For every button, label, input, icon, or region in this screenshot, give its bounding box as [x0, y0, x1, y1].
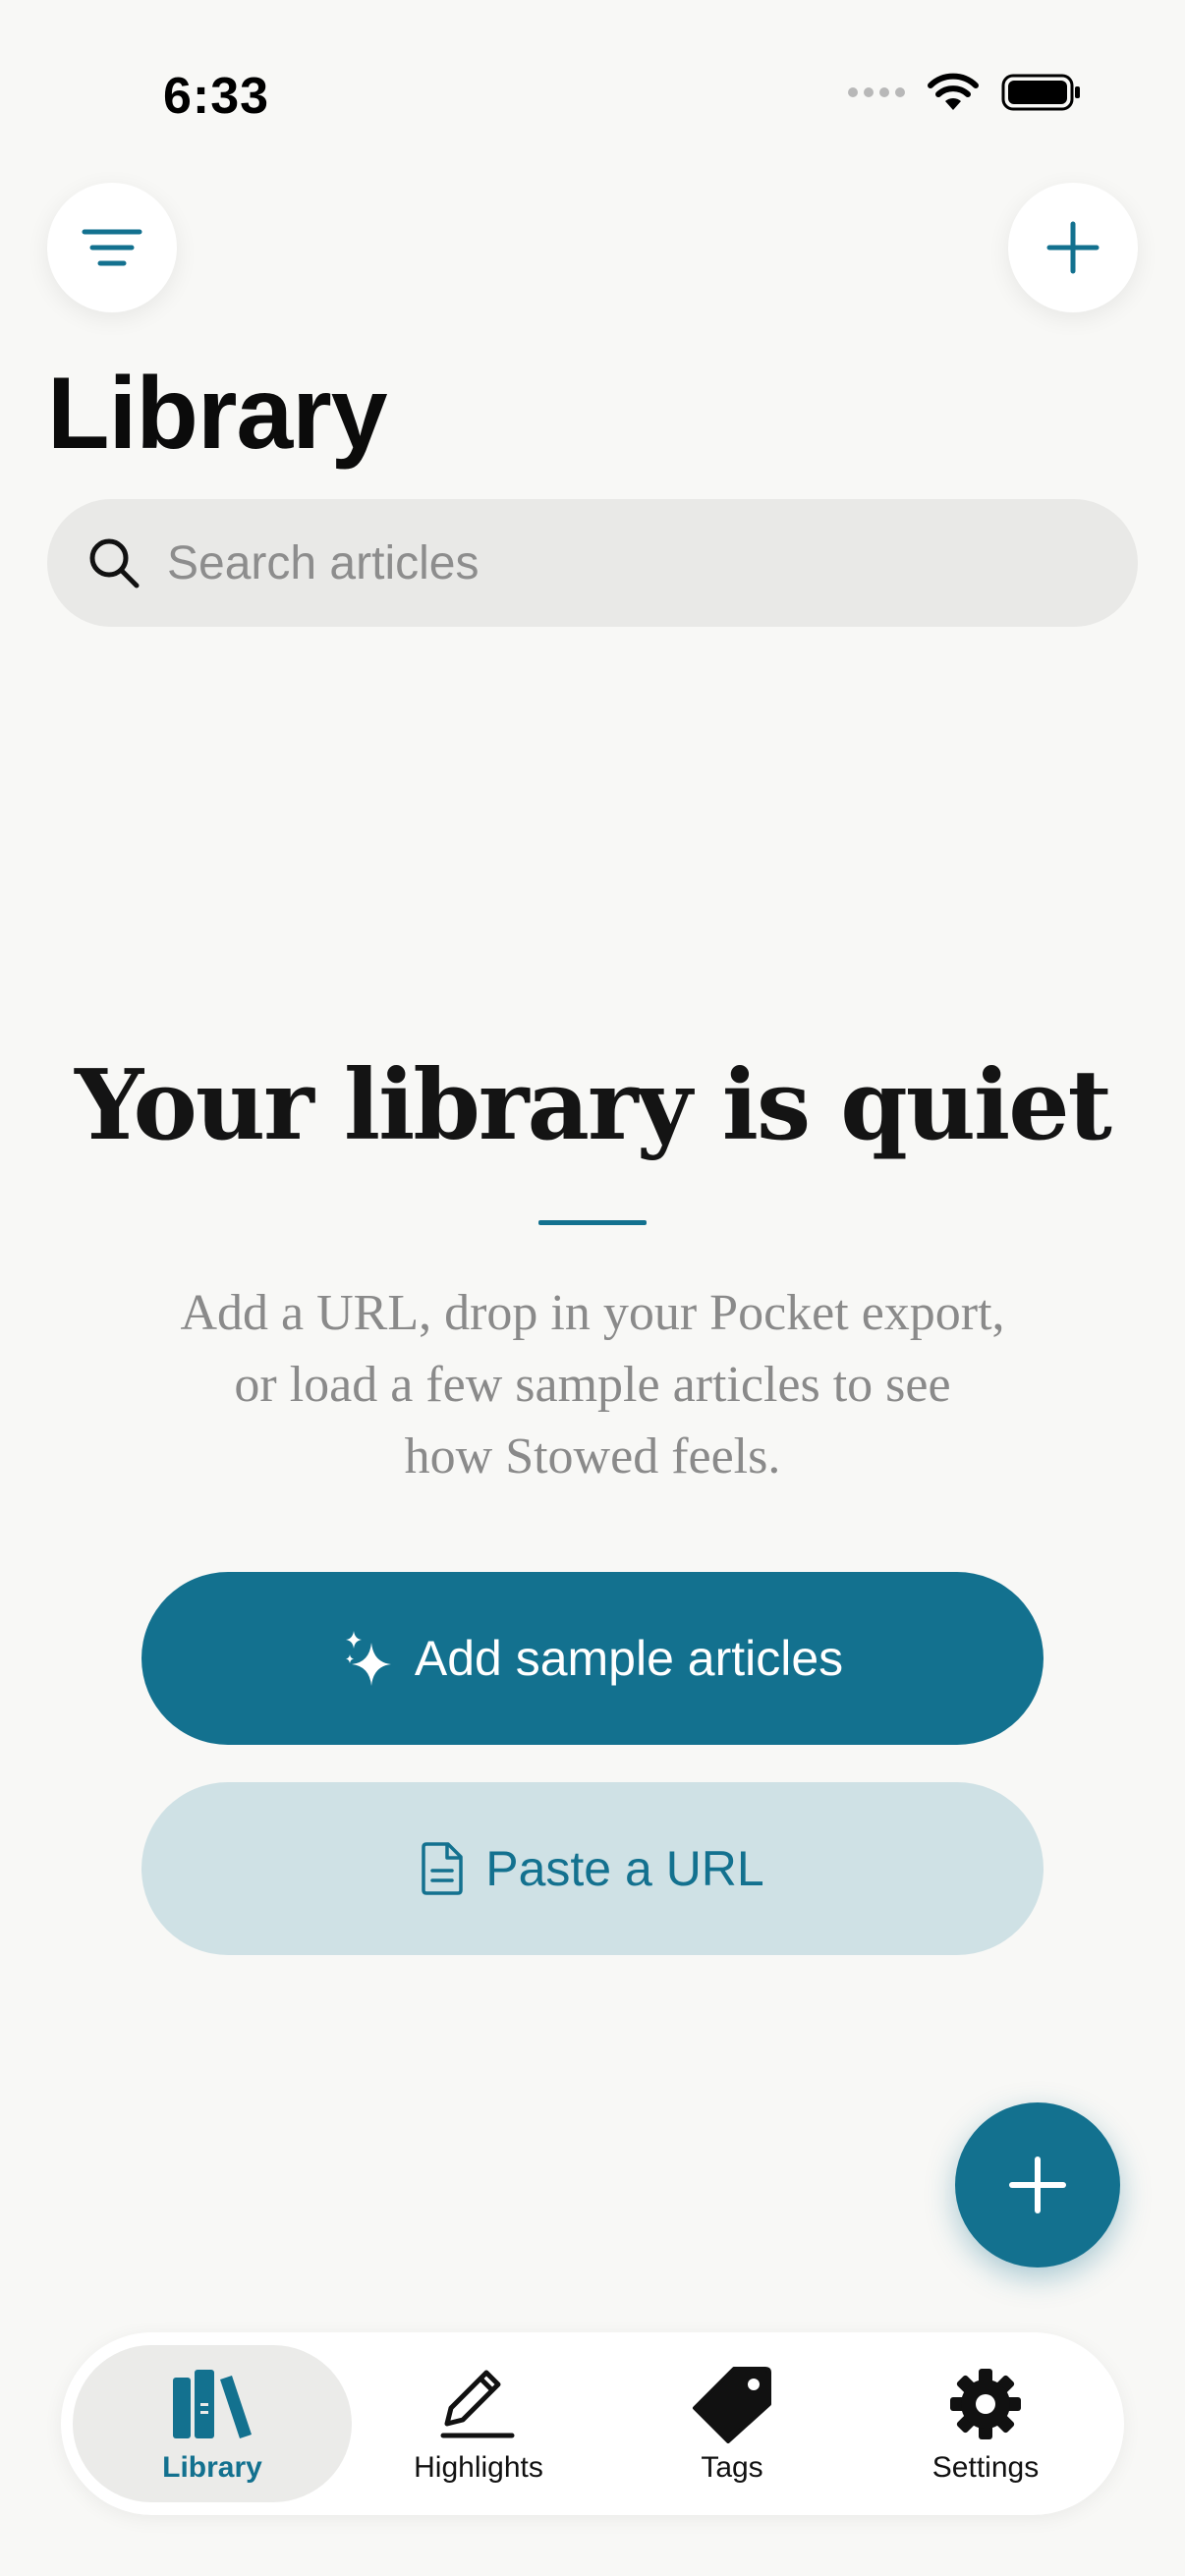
document-icon	[422, 1842, 463, 1895]
description-line: how Stowed feels.	[404, 1428, 781, 1484]
tag-icon	[688, 2363, 776, 2445]
search-bar[interactable]	[47, 499, 1138, 627]
description-line: Add a URL, drop in your Pocket export,	[180, 1285, 1005, 1341]
gear-icon	[941, 2363, 1030, 2445]
battery-icon	[1001, 74, 1080, 111]
filter-lines-icon	[82, 229, 142, 266]
plus-icon	[1009, 2156, 1066, 2213]
page-title: Library	[47, 357, 388, 471]
tab-highlights[interactable]: Highlights	[352, 2345, 605, 2502]
status-indicators	[848, 73, 1082, 112]
status-time: 6:33	[163, 68, 270, 125]
sparkles-icon	[345, 1631, 391, 1686]
plus-icon	[1046, 221, 1100, 274]
tab-label: Settings	[931, 2451, 1040, 2484]
library-screen: 6:33 Library Search articles Your librar…	[0, 0, 1185, 2576]
paste-url-label: Paste a URL	[485, 1841, 764, 1896]
wifi-icon	[928, 73, 979, 110]
cellular-signal-icon	[848, 87, 905, 97]
tab-bar: Library Highlights Tags Settings	[61, 2332, 1124, 2515]
fab-add-button[interactable]	[955, 2102, 1120, 2268]
add-sample-articles-button[interactable]: Add sample articles	[141, 1572, 1044, 1745]
books-icon	[168, 2363, 256, 2445]
tab-library[interactable]: Library	[73, 2345, 352, 2502]
empty-state-description: Add a URL, drop in your Pocket export, o…	[128, 1277, 1057, 1492]
divider	[538, 1220, 647, 1225]
description-line: or load a few sample articles to see	[234, 1357, 951, 1413]
filter-button[interactable]	[47, 183, 177, 312]
tab-label: Tags	[701, 2451, 763, 2484]
tab-settings[interactable]: Settings	[859, 2345, 1112, 2502]
add-button[interactable]	[1008, 183, 1138, 312]
search-input[interactable]	[167, 535, 1051, 590]
tab-tags[interactable]: Tags	[605, 2345, 859, 2502]
highlighter-icon	[434, 2363, 523, 2445]
search-icon	[86, 535, 141, 590]
paste-url-button[interactable]: Paste a URL	[141, 1782, 1044, 1955]
empty-state-title: Your library is quiet	[75, 1049, 1112, 1162]
tab-label: Highlights	[414, 2451, 543, 2484]
add-sample-articles-label: Add sample articles	[414, 1631, 844, 1686]
tab-label: Library	[162, 2451, 262, 2484]
